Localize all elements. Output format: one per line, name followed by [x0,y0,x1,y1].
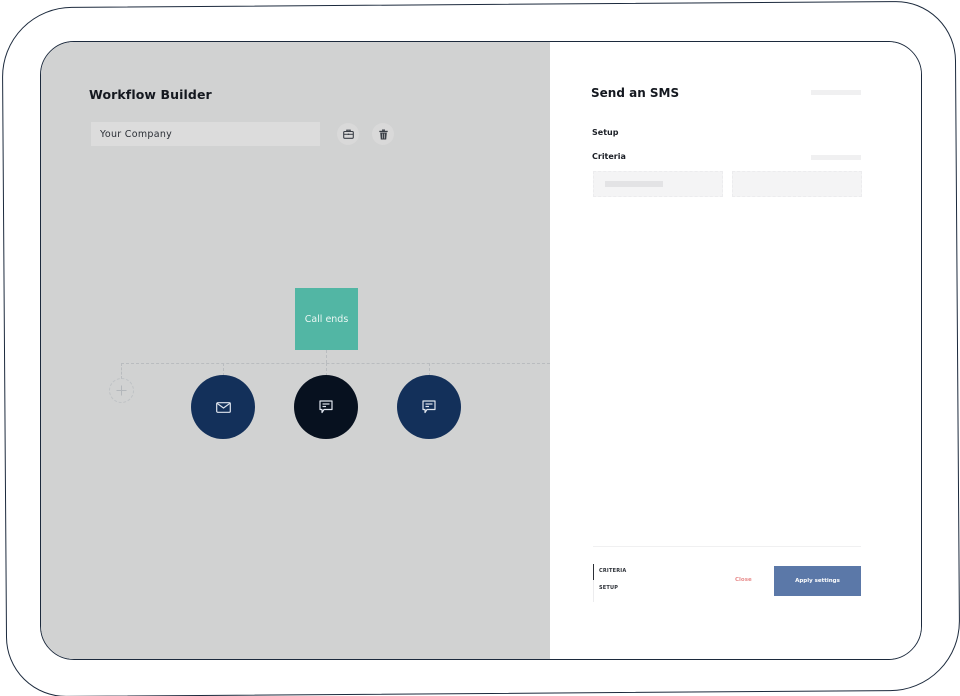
action-node-sms[interactable] [397,375,461,439]
briefcase-button[interactable] [337,123,359,145]
divider [593,546,861,547]
footer-section-nav: CRITERIA SETUP [593,564,653,602]
nav-item-criteria[interactable]: CRITERIA [599,568,626,574]
workflow-canvas: Workflow Builder Your Company Call ends [41,42,550,659]
trigger-label: Call ends [304,313,349,325]
add-step-button[interactable] [109,378,134,403]
nav-item-setup[interactable]: SETUP [599,585,618,591]
trash-icon [378,129,388,139]
close-button[interactable]: Close [735,577,752,583]
mail-icon [215,401,231,413]
nav-active-indicator [593,564,594,580]
action-node-sms-selected[interactable] [294,375,358,439]
nav-track [593,580,594,602]
app-window: Workflow Builder Your Company Call ends … [40,41,922,660]
message-icon [422,400,436,414]
plus-icon [116,385,127,396]
connector-line [326,350,327,363]
apply-settings-button[interactable]: Apply settings [774,566,861,596]
skeleton-placeholder [605,181,663,187]
section-setup-label: Setup [592,128,619,137]
criteria-field-2[interactable] [732,171,862,197]
message-icon [319,400,333,414]
panel-title: Send an SMS [591,86,680,100]
briefcase-icon [342,129,354,139]
section-criteria-label: Criteria [592,152,626,161]
company-name-input[interactable] [91,122,320,146]
action-node-email[interactable] [191,375,255,439]
delete-button[interactable] [372,123,394,145]
trigger-node[interactable]: Call ends [295,288,358,350]
connector-line [121,363,550,364]
criteria-field-1[interactable] [593,171,723,197]
connector-line [121,363,122,379]
skeleton-placeholder [811,90,861,95]
settings-panel: Send an SMS Setup Criteria CRITERIA SETU… [550,42,921,659]
page-title: Workflow Builder [89,87,212,102]
skeleton-placeholder [811,155,861,160]
